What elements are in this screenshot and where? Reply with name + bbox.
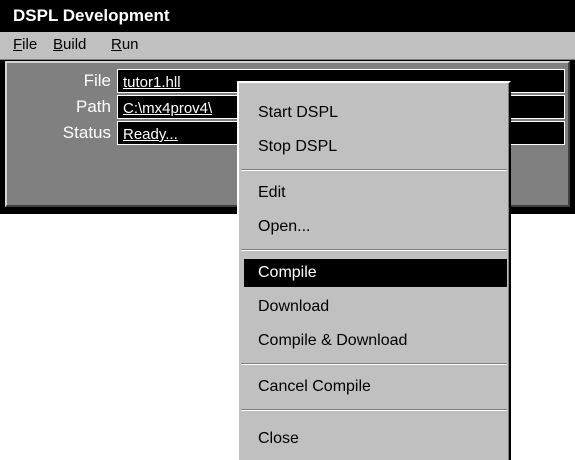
file-label: File (83, 71, 111, 90)
menu-bar: File Build Run (0, 32, 575, 60)
menu-item-download[interactable]: Download (244, 293, 507, 321)
context-menu: Start DSPL Stop DSPL Edit Open... Compil… (237, 81, 511, 460)
menu-build-accel: B (53, 36, 64, 53)
menu-item-compile-download[interactable]: Compile & Download (244, 327, 507, 355)
path-value: C:\mx4prov4\ (123, 100, 213, 117)
menu-file-label: ile (22, 36, 38, 53)
menu-separator (241, 409, 507, 411)
status-label: Status (62, 123, 111, 142)
menu-item-compile[interactable]: Compile (244, 259, 507, 287)
menu-item-start-dspl[interactable]: Start DSPL (244, 99, 507, 127)
path-label: Path (76, 97, 111, 116)
status-value: Ready... (123, 126, 178, 143)
window-title: DSPL Development (0, 0, 575, 32)
menu-separator (241, 363, 507, 365)
menu-run-accel: R (111, 36, 122, 53)
menu-build[interactable]: Build (53, 32, 86, 59)
menu-file[interactable]: File (13, 32, 37, 59)
menu-item-edit[interactable]: Edit (244, 179, 507, 207)
menu-separator (241, 169, 507, 171)
menu-item-stop-dspl[interactable]: Stop DSPL (244, 133, 507, 161)
menu-item-cancel-compile[interactable]: Cancel Compile (244, 373, 507, 401)
menu-build-label: uild (63, 36, 87, 53)
menu-run[interactable]: Run (111, 32, 139, 59)
file-value: tutor1.hll (123, 74, 181, 91)
menu-item-close[interactable]: Close (244, 425, 507, 453)
menu-item-open[interactable]: Open... (244, 213, 507, 241)
menu-run-label: un (121, 36, 139, 53)
menu-file-accel: F (13, 36, 23, 53)
menu-separator (241, 249, 507, 251)
